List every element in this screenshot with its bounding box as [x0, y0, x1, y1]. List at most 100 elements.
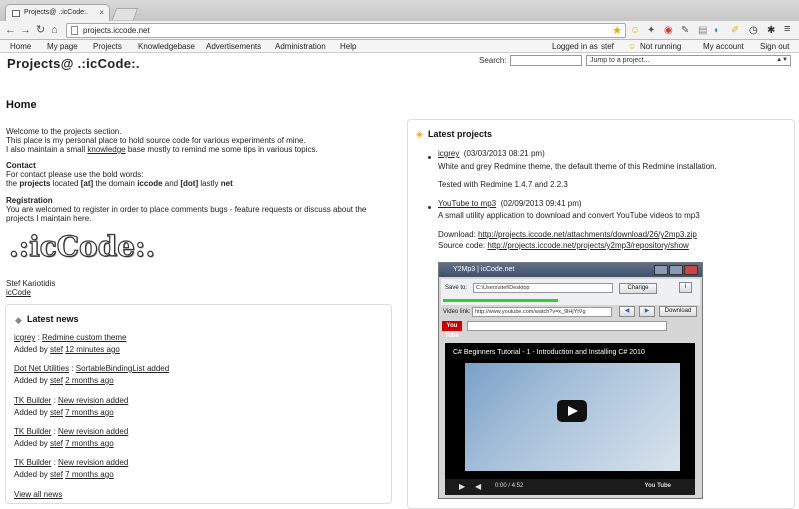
- news-author-link[interactable]: stef: [50, 470, 63, 479]
- page-extension-icon[interactable]: ▤: [698, 25, 707, 36]
- news-item: TK Builder : New revision added: [14, 458, 128, 468]
- news-project-link[interactable]: TK Builder: [14, 427, 51, 436]
- sign-out-link[interactable]: Sign out: [760, 42, 789, 51]
- intro-text: This place is my personal place to hold …: [6, 136, 306, 145]
- view-all-news-link[interactable]: View all news: [14, 490, 62, 499]
- download-link[interactable]: http://projects.iccode.net/attachments/d…: [478, 230, 697, 239]
- news-icon: ◆: [15, 315, 22, 325]
- eyedropper-extension-icon[interactable]: ✎: [681, 25, 689, 36]
- tab-title: Projects@ .:icCode:.: [24, 9, 88, 16]
- news-project-link[interactable]: TK Builder: [14, 396, 51, 405]
- minimize-icon: [654, 265, 668, 275]
- menu-projects[interactable]: Projects: [93, 42, 122, 51]
- pencil-extension-icon[interactable]: ✐: [731, 25, 739, 36]
- download-label: Download:: [438, 230, 479, 239]
- news-time-link[interactable]: 7 months ago: [65, 408, 113, 417]
- registration-text-1: You are welcomed to register in order to…: [6, 205, 367, 214]
- gear-icon[interactable]: ✱: [767, 25, 775, 36]
- chevron-down-icon: ▲▼: [776, 57, 788, 63]
- news-title-link[interactable]: New revision added: [58, 396, 128, 405]
- news-project-link[interactable]: Dot Net Utilities: [14, 364, 69, 373]
- menu-knowledgebase[interactable]: Knowledgebase: [138, 42, 195, 51]
- url-text[interactable]: projects.iccode.net: [83, 26, 150, 35]
- video-title: C# Beginners Tutorial - 1 - Introduction…: [453, 349, 645, 356]
- y2mp3-screenshot: Y2Mp3 | icCode.net Save to: C:\Users\ste…: [438, 262, 703, 499]
- contact-bold: [at]: [80, 179, 94, 188]
- bookmark-star-icon[interactable]: ★: [612, 24, 622, 37]
- back-arrow-icon[interactable]: ←: [5, 23, 16, 37]
- news-author-link[interactable]: stef: [50, 345, 63, 354]
- reload-icon[interactable]: ↻: [36, 23, 45, 37]
- search-input[interactable]: [510, 55, 582, 66]
- menu-administration[interactable]: Administration: [275, 42, 326, 51]
- news-project-link[interactable]: icgrey: [14, 333, 35, 342]
- home-icon[interactable]: ⌂: [51, 23, 58, 37]
- maximize-icon: [669, 265, 683, 275]
- video-time: 0:00 / 4:52: [495, 483, 524, 489]
- menu-help[interactable]: Help: [340, 42, 356, 51]
- browser-tab[interactable]: Projects@ .:icCode:. ×: [5, 4, 110, 21]
- my-account-link[interactable]: My account: [703, 42, 744, 51]
- iccode-logo: .:icCode:.: [8, 229, 156, 263]
- project-link[interactable]: icgrey: [438, 149, 459, 158]
- app-title: Projects@ .:icCode:.: [7, 56, 140, 71]
- news-title-link[interactable]: SortableBindingList added: [76, 364, 169, 373]
- menu-advertisements[interactable]: Advertisements: [206, 42, 261, 51]
- news-time-link[interactable]: 7 months ago: [65, 439, 113, 448]
- source-link[interactable]: http://projects.iccode.net/projects/y2mp…: [487, 241, 688, 250]
- smiley-extension-icon[interactable]: ☺: [630, 25, 640, 36]
- project-desc: A small utility application to download …: [438, 211, 700, 220]
- bullet: [428, 206, 431, 209]
- color-extension-icon[interactable]: ◉: [664, 25, 673, 36]
- clock-extension-icon[interactable]: ◷: [749, 25, 758, 36]
- signature-link[interactable]: icCode: [6, 288, 31, 297]
- address-bar[interactable]: projects.iccode.net ★: [66, 23, 626, 38]
- news-time-link[interactable]: 12 minutes ago: [65, 345, 120, 354]
- knowledge-link[interactable]: knowledge: [87, 145, 125, 154]
- project-date: (03/03/2013 08:21 pm): [463, 149, 545, 158]
- news-author-link[interactable]: stef: [50, 376, 63, 385]
- news-author-link[interactable]: stef: [50, 439, 63, 448]
- project-date: (02/09/2013 09:41 pm): [500, 199, 582, 208]
- contact-bold: [dot]: [180, 179, 199, 188]
- save-path-field: C:\Users\stef\Desktop: [473, 283, 613, 293]
- project-link[interactable]: YouTube to mp3: [438, 199, 496, 208]
- download-line: Download: http://projects.iccode.net/att…: [438, 230, 697, 240]
- contact-bold: net: [220, 179, 233, 188]
- news-time-link[interactable]: 7 months ago: [65, 470, 113, 479]
- contact-part: the domain: [93, 179, 138, 188]
- menu-my-page[interactable]: My page: [47, 42, 78, 51]
- news-added: Added by: [14, 376, 51, 385]
- change-button: Change: [619, 283, 657, 294]
- news-project-link[interactable]: TK Builder: [14, 458, 51, 467]
- registration-text-2: projects I maintain here.: [6, 214, 92, 223]
- search-extension-icon[interactable]: ◐: [714, 25, 720, 36]
- news-added: Added by: [14, 470, 51, 479]
- page-icon: [12, 10, 20, 17]
- menu-icon[interactable]: ≡: [784, 24, 790, 35]
- news-title-link[interactable]: Redmine custom theme: [42, 333, 126, 342]
- video-link-field: http://www.youtube.com/watch?v=x_9lHjYtV…: [472, 307, 612, 317]
- puzzle-extension-icon[interactable]: ✦: [647, 25, 655, 36]
- news-added: Added by: [14, 345, 51, 354]
- project-desc: White and grey Redmine theme, the defaul…: [438, 162, 717, 171]
- player-controls: ▶ ◀ 0:00 / 4:52 You Tube: [445, 479, 695, 495]
- running-status: Not running: [640, 42, 682, 51]
- play-icon: [557, 400, 587, 422]
- user-link[interactable]: stef: [601, 42, 614, 51]
- browser-toolbar: ← → ↻ ⌂ projects.iccode.net ★ ☺ ✦ ◉ ✎ ▤ …: [0, 21, 799, 40]
- video-player: C# Beginners Tutorial - 1 - Introduction…: [445, 343, 695, 495]
- info-icon: i: [679, 282, 692, 293]
- knowledge-text: I also maintain a small knowledge base m…: [6, 145, 318, 154]
- project-item: YouTube to mp3 (02/09/2013 09:41 pm): [438, 199, 582, 209]
- news-title-link[interactable]: New revision added: [58, 427, 128, 436]
- news-title-link[interactable]: New revision added: [58, 458, 128, 467]
- news-author-link[interactable]: stef: [50, 408, 63, 417]
- contact-text: For contact please use the bold words:: [6, 170, 144, 179]
- news-time-link[interactable]: 2 months ago: [65, 376, 113, 385]
- new-tab-button[interactable]: [111, 8, 139, 20]
- menu-home[interactable]: Home: [10, 42, 31, 51]
- close-tab-icon[interactable]: ×: [99, 8, 104, 17]
- jump-to-project-select[interactable]: Jump to a project... ▲▼: [586, 55, 791, 66]
- forward-arrow-icon[interactable]: →: [20, 23, 31, 37]
